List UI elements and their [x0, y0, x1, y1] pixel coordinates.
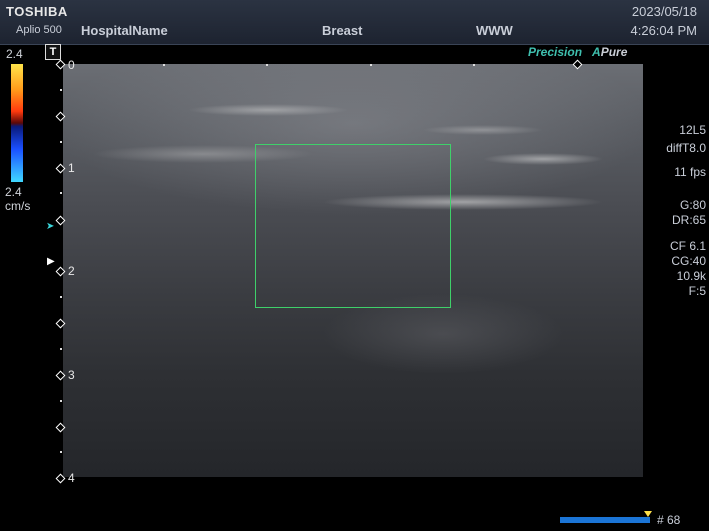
depth-tick [60, 192, 62, 194]
color-scale-top: 2.4 [6, 47, 23, 61]
lateral-tick [370, 64, 372, 66]
depth-label-4: 4 [68, 471, 75, 485]
brand-logo: TOSHIBA [6, 4, 68, 19]
color-scale-unit: cm/s [5, 199, 31, 213]
depth-label-2: 2 [68, 264, 75, 278]
cine-frame-bar[interactable] [560, 517, 650, 523]
frame-number: # 68 [657, 513, 681, 527]
depth-tick [60, 348, 62, 350]
apure-mode: APure [592, 45, 627, 59]
depth-tick [60, 451, 62, 453]
color-gain: CG:40 [671, 254, 706, 268]
depth-tick [60, 89, 62, 91]
frame-rate: 11 fps [674, 165, 706, 179]
depth-label-3: 3 [68, 368, 75, 382]
depth-tick [60, 400, 62, 402]
color-scale-bottom: 2.4 [5, 185, 22, 199]
hospital-name: HospitalName [81, 23, 168, 38]
color-roi-box[interactable] [255, 144, 451, 308]
device-model: Aplio 500 [16, 24, 62, 36]
focus-arrow-icon: ▶ [47, 256, 55, 267]
dynamic-range: DR:65 [671, 213, 706, 227]
color-velocity-bar [11, 64, 23, 182]
depth-tick [60, 141, 62, 143]
lateral-tick [163, 64, 165, 66]
lateral-tick [473, 64, 475, 66]
probe-name: 12L5 [679, 123, 706, 137]
cine-position-marker-icon[interactable] [644, 511, 652, 517]
color-focus-arrow-icon: ➤ [46, 221, 55, 232]
lateral-tick [266, 64, 268, 66]
apure-a: A [592, 45, 601, 59]
depth-label-0: 0 [68, 58, 75, 72]
depth-label-1: 1 [68, 161, 75, 175]
header-bar: TOSHIBA Aplio 500 HospitalName Breast WW… [0, 0, 709, 45]
filter-value: F:5 [688, 284, 706, 298]
color-frequency: CF 6.1 [669, 239, 706, 253]
exam-date: 2023/05/18 [631, 4, 697, 19]
imaging-modes: Precision APure [528, 45, 627, 59]
depth-tick [60, 296, 62, 298]
apure-rest: Pure [600, 45, 628, 59]
transducer-marker: T [45, 44, 61, 60]
harmonic-setting: diffT8.0 [666, 141, 706, 155]
exam-preset: Breast [322, 23, 363, 38]
precision-mode: Precision [528, 45, 583, 59]
prf-value: 10.9k [676, 269, 706, 283]
gain-value: G:80 [679, 198, 706, 212]
www-label: WWW [476, 23, 513, 38]
exam-time: 4:26:04 PM [630, 23, 698, 38]
